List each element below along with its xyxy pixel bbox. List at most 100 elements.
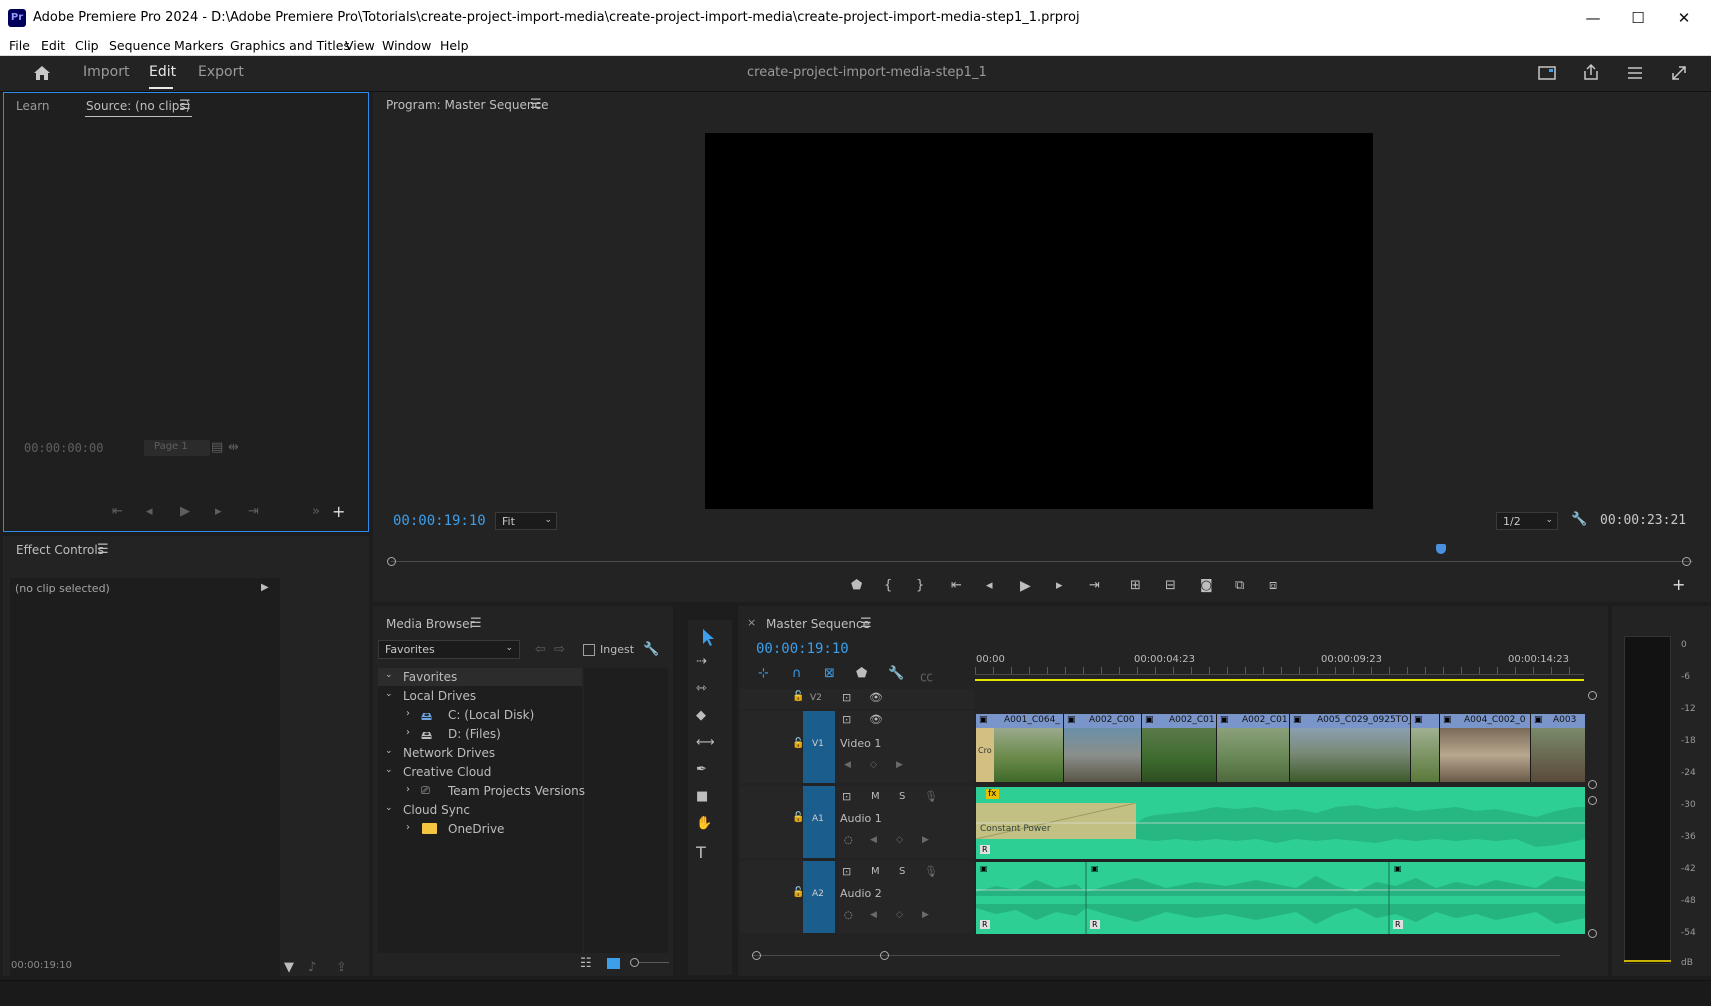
workspace-export-tab[interactable]: Export [198,64,244,80]
add-keyframe-icon[interactable]: ◇ [896,910,903,920]
track-select-tool-icon[interactable]: ⇢ [696,654,707,669]
track-v1-source-patch[interactable]: V1 [803,711,835,783]
drag-video-icon[interactable]: ⇹ [228,440,239,455]
mute-button[interactable]: M [871,866,880,877]
menu-clip[interactable]: Clip [75,38,99,53]
microphone-icon[interactable]: 🎙 [924,790,938,803]
sync-lock-icon[interactable]: ⊡ [842,790,851,803]
tree-item-c-drive[interactable]: C: (Local Disk) [448,708,534,722]
menu-help[interactable]: Help [440,38,469,53]
volume-keyframe-icon[interactable]: ◌ [844,835,853,846]
timeline-add-marker-icon[interactable]: ⬟ [856,666,867,681]
settings-wrench-icon[interactable]: 🔧 [1571,512,1587,527]
add-keyframe-icon[interactable]: ◇ [870,760,877,770]
timeline-ruler[interactable] [975,667,1584,675]
source-go-to-out-icon[interactable]: ⇥ [248,504,259,519]
menu-edit[interactable]: Edit [41,38,65,53]
zoom-slider-handle[interactable] [630,958,639,967]
v-scroll-handle-bottom[interactable] [1588,780,1597,789]
video-clip[interactable]: ▣ A005_C029_0925TO_ [1290,714,1413,782]
track-a1-name[interactable]: Audio 1 [840,812,882,825]
mark-in-icon[interactable]: { [884,578,892,593]
program-monitor-title[interactable]: Program: Master Sequence [386,98,548,112]
microphone-icon[interactable]: 🎙 [924,865,938,878]
video-clip[interactable]: ▣ A001_C064_ Cro [976,714,1063,782]
next-keyframe-icon[interactable]: ▶ [896,760,903,770]
close-sequence-icon[interactable]: × [747,616,756,629]
menu-view[interactable]: View [345,38,375,53]
nest-toggle-icon[interactable]: ⊹ [758,666,769,681]
effect-controls-title[interactable]: Effect Controls [16,543,104,557]
menu-sequence[interactable]: Sequence [109,38,171,53]
media-browser-title[interactable]: Media Browser [386,617,474,631]
tree-item-favorites[interactable]: Favorites [403,670,457,684]
pen-tool-icon[interactable]: ✒ [696,762,707,777]
chevron-down-icon[interactable]: ⌄ [385,803,393,813]
tree-item-network-drives[interactable]: Network Drives [403,746,495,760]
share-icon[interactable] [1582,63,1600,81]
lock-icon[interactable]: 🔓 [792,691,804,702]
audio-v-scroll-handle-top[interactable] [1588,796,1597,805]
close-window-button[interactable]: ✕ [1666,6,1702,30]
step-forward-icon[interactable]: ▸ [1056,578,1063,593]
source-play-icon[interactable]: ▶ [180,504,190,519]
comparison-view-icon[interactable]: ⧉ [1235,578,1244,593]
sequence-tab[interactable]: Master Sequence [766,617,870,631]
source-go-to-in-icon[interactable]: ⇤ [112,504,123,519]
sync-lock-icon[interactable]: ⊡ [842,865,851,878]
eye-icon[interactable]: 👁 [869,691,883,704]
selection-tool-icon[interactable] [698,627,718,647]
video-clip[interactable]: ▣ A002_C00 [1064,714,1141,782]
minimize-button[interactable]: — [1575,6,1611,30]
chevron-down-icon[interactable]: ⌄ [385,765,393,775]
solo-button[interactable]: S [899,866,905,877]
slip-tool-icon[interactable]: ⟷ [696,735,715,750]
audio-v-scroll-handle-bottom[interactable] [1588,929,1597,938]
tree-item-cloud-sync[interactable]: Cloud Sync [403,803,470,817]
track-v1-name[interactable]: Video 1 [840,737,881,750]
timeline-menu-icon[interactable]: ☰ [860,616,872,631]
chevron-right-icon[interactable]: › [406,784,410,795]
add-marker-icon[interactable]: ⬟ [851,578,862,593]
work-area-bar[interactable] [975,679,1584,681]
linked-selection-icon[interactable]: ⊠ [824,666,835,681]
workspaces-menu-icon[interactable] [1626,65,1644,81]
expand-arrow-icon[interactable]: ▶ [261,582,269,593]
tree-item-onedrive[interactable]: OneDrive [448,822,504,836]
workspace-import-tab[interactable]: Import [83,64,129,80]
source-tab[interactable]: Source: (no clips) [86,99,190,113]
video-clip[interactable]: ▣ A004_C002_0 [1440,714,1530,782]
program-scrub-bar[interactable] [391,561,1693,562]
menu-window[interactable]: Window [382,38,431,53]
prev-keyframe-icon[interactable]: ◀ [844,760,851,770]
insert-overwrite-icon[interactable]: ▤ [211,440,223,455]
track-a1-source-patch[interactable]: A1 [803,786,835,858]
workspace-edit-tab[interactable]: Edit [149,64,176,80]
chevron-right-icon[interactable]: › [406,708,410,719]
captions-icon[interactable]: ㏄ [920,666,933,685]
back-arrow-icon[interactable]: ⇦ [535,642,546,657]
audio-clip-a1[interactable]: fx Constant Power R [976,787,1585,859]
type-tool-icon[interactable]: T [696,843,706,862]
media-browser-menu-icon[interactable]: ☰ [470,616,482,631]
timeline-timecode[interactable]: 00:00:19:10 [756,641,849,657]
scroll-start-handle[interactable] [752,951,761,960]
ingest-settings-wrench-icon[interactable]: 🔧 [643,642,659,657]
source-step-back-icon[interactable]: ◂ [146,504,153,519]
track-v2-label[interactable]: V2 [810,693,822,703]
add-keyframe-icon[interactable]: ◇ [896,835,903,845]
hand-tool-icon[interactable]: ✋ [696,816,712,831]
solo-button[interactable]: S [899,791,905,802]
prev-keyframe-icon[interactable]: ◀ [870,835,877,845]
step-back-icon[interactable]: ◂ [986,578,993,593]
maximize-button[interactable]: ☐ [1620,6,1656,30]
learn-tab[interactable]: Learn [16,99,50,113]
favorites-dropdown[interactable]: Favorites ⌄ [378,640,520,659]
track-a2-name[interactable]: Audio 2 [840,887,882,900]
list-view-icon[interactable]: ☷ [580,956,592,971]
next-keyframe-icon[interactable]: ▶ [922,835,929,845]
tree-item-team-projects-versions[interactable]: Team Projects Versions [448,784,585,798]
timeline-h-scrollbar[interactable] [752,955,1560,956]
play-icon[interactable]: ▶ [1020,578,1031,594]
next-keyframe-icon[interactable]: ▶ [922,910,929,920]
